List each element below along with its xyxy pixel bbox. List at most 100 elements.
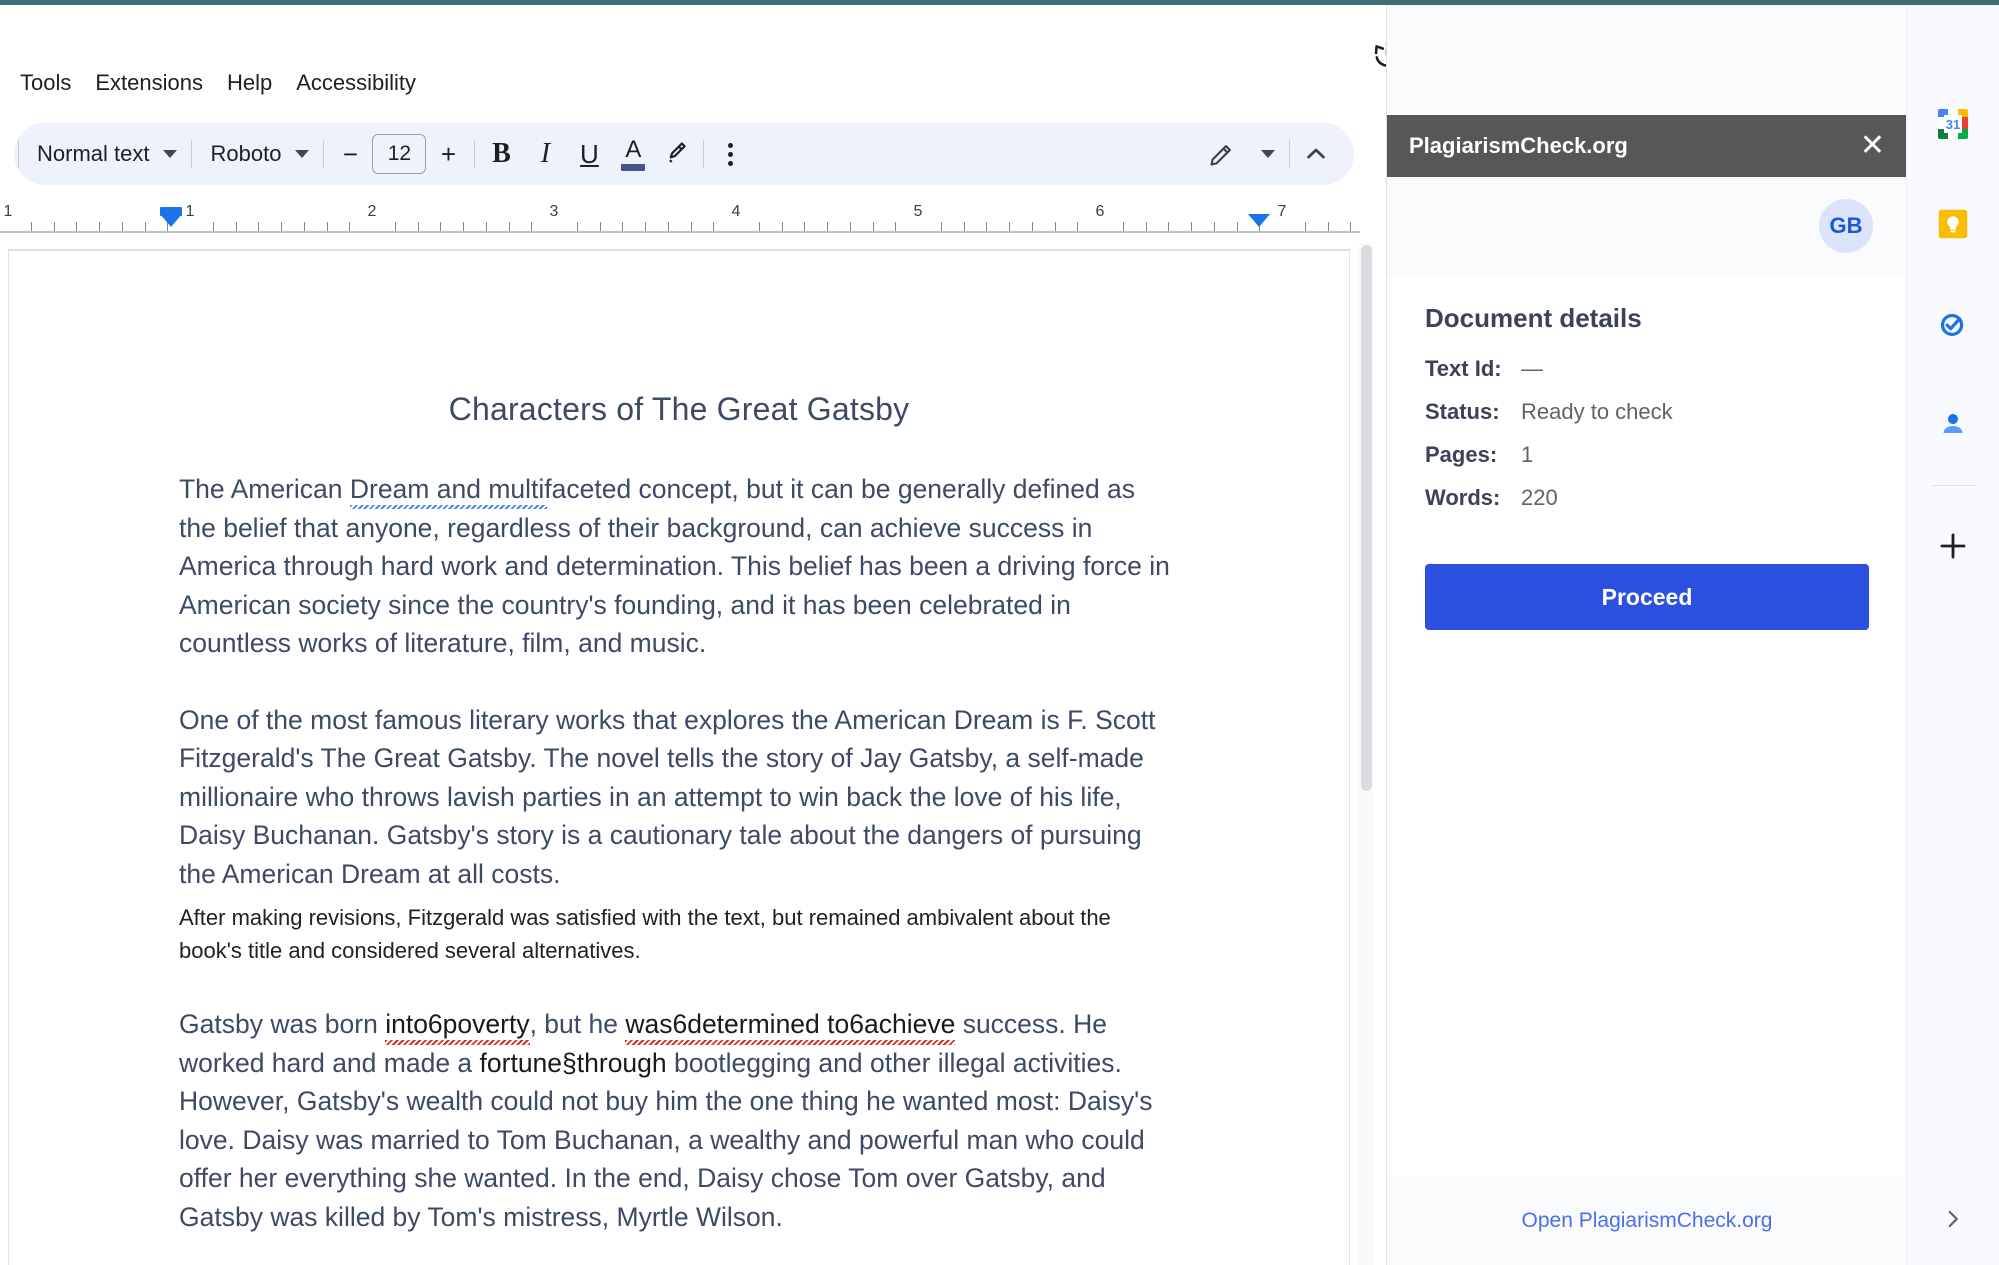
ruler-tick [144, 222, 146, 231]
sidebar-item-add-addon[interactable] [1932, 525, 1974, 567]
horizontal-ruler[interactable]: 1 1 2 3 4 5 6 7 [0, 201, 1360, 241]
chevron-down-icon [1261, 150, 1275, 158]
chevron-up-icon [1307, 148, 1325, 159]
left-indent-marker[interactable] [160, 214, 182, 227]
ruler-tick [1145, 222, 1147, 231]
sidebar-item-contacts[interactable] [1932, 403, 1974, 445]
highlight-color-button[interactable] [655, 132, 699, 176]
ruler-tick [940, 222, 942, 231]
more-options-button[interactable] [708, 132, 752, 176]
ruler-tick [531, 222, 533, 231]
increase-font-size-button[interactable]: + [426, 132, 470, 176]
paragraph-style-value: Normal text [37, 141, 150, 166]
highlighter-pen-icon [669, 142, 687, 163]
collapse-toolbar-button[interactable] [1294, 132, 1338, 176]
ruler-tick [417, 222, 419, 231]
panel-user-row: GB [1387, 177, 1907, 277]
document-body[interactable]: The American Dream and multifaceted conc… [9, 470, 1349, 1236]
proceed-button[interactable]: Proceed [1425, 564, 1869, 630]
chevron-right-icon [1948, 1210, 1958, 1228]
ruler-tick [645, 222, 646, 231]
docs-editor-area: Tools Extensions Help Accessibility Norm… [0, 5, 1386, 1265]
google-contacts-icon [1943, 414, 1963, 433]
minus-icon: − [342, 139, 359, 169]
open-plagiarismcheck-link[interactable]: Open PlagiarismCheck.org [1522, 1209, 1773, 1233]
text-color-button[interactable]: A [611, 132, 655, 176]
special-character-run: fortune§through [479, 1047, 667, 1078]
ruler-tick [1213, 222, 1215, 231]
document-paragraph[interactable]: After making revisions, Fitzgerald was s… [179, 901, 1179, 967]
ruler-tick [30, 222, 32, 231]
bold-button[interactable]: B [479, 132, 523, 176]
three-dot-menu-icon [727, 142, 733, 166]
ruler-tick [963, 222, 965, 231]
toolbar-divider [18, 140, 19, 168]
document-paragraph[interactable]: Gatsby was born into6poverty, but he was… [179, 1005, 1179, 1236]
right-indent-marker[interactable] [1248, 214, 1270, 227]
ruler-tick [281, 222, 282, 231]
ruler-tick [1304, 222, 1306, 231]
ruler-tick [1031, 222, 1033, 231]
formatting-toolbar: Normal text Roboto − 12 + B I U A [14, 123, 1354, 185]
document-details-section: Document details Text Id: — Status: Ready t… [1387, 277, 1907, 630]
google-apps-sidebar: 31 [1906, 5, 1999, 1265]
editing-mode-dropdown[interactable] [1251, 132, 1285, 176]
panel-header: PlagiarismCheck.org ✕ [1387, 115, 1907, 177]
paragraph-style-select[interactable]: Normal text [23, 132, 187, 176]
toolbar-divider [191, 140, 193, 168]
document-paragraph[interactable]: The American Dream and multifaceted conc… [179, 470, 1179, 663]
document-paragraph[interactable]: One of the most famous literary works th… [179, 701, 1179, 894]
svg-text:31: 31 [1946, 117, 1960, 132]
sidebar-item-calendar[interactable]: 31 [1932, 103, 1974, 145]
document-page[interactable]: Characters of The Great Gatsby The Ameri… [8, 249, 1350, 1265]
italic-button[interactable]: I [523, 132, 567, 176]
panel-user-avatar[interactable]: GB [1819, 199, 1873, 253]
spelling-error-word: was6determined to6achieve [625, 1009, 956, 1039]
ruler-tick [1327, 222, 1329, 231]
text-color-icon: A [625, 135, 642, 163]
ruler-tick [986, 222, 988, 231]
menu-item-tools[interactable]: Tools [8, 68, 83, 98]
paragraph-text-run: After making revisions, Fitzgerald was s… [179, 905, 1111, 963]
spelling-error-word: into6poverty [385, 1009, 530, 1039]
ruler-baseline [0, 231, 1360, 233]
ruler-tick [667, 222, 669, 231]
italic-icon: I [540, 138, 551, 169]
sidebar-item-tasks[interactable] [1932, 303, 1974, 345]
expand-sidebar-button[interactable] [1935, 1201, 1971, 1237]
google-keep-icon [1938, 209, 1968, 239]
ruler-tick [713, 222, 715, 231]
document-vertical-scrollbar-thumb[interactable] [1361, 245, 1372, 791]
ruler-number: 7 [1277, 203, 1287, 220]
ruler-tick [394, 222, 396, 231]
font-family-select[interactable]: Roboto [196, 132, 319, 176]
paragraph-text-run: One of the most famous literary works th… [179, 704, 1156, 889]
document-detail-row: Status: Ready to check [1425, 399, 1869, 425]
ruler-tick [463, 222, 464, 231]
plagiarism-check-panel: PlagiarismCheck.org ✕ GB Document detail… [1386, 5, 1907, 1265]
document-scroll-container[interactable]: Characters of The Great Gatsby The Ameri… [0, 244, 1386, 1265]
font-size-input[interactable]: 12 [372, 134, 427, 174]
editing-mode-button[interactable] [1193, 132, 1251, 176]
ruler-number: 1 [185, 203, 195, 220]
close-icon[interactable]: ✕ [1860, 131, 1885, 161]
chevron-down-icon [163, 150, 178, 158]
ruler-tick [804, 222, 806, 231]
document-details-heading: Document details [1425, 303, 1642, 333]
underline-button[interactable]: U [567, 132, 611, 176]
document-detail-row: Pages: 1 [1425, 442, 1869, 468]
text-color-swatch [621, 163, 646, 171]
menu-item-extensions[interactable]: Extensions [83, 68, 215, 98]
ruler-tick [1054, 222, 1056, 231]
decrease-font-size-button[interactable]: − [328, 132, 372, 176]
panel-title: PlagiarismCheck.org [1409, 133, 1628, 158]
ruler-tick [1077, 222, 1079, 231]
ruler-number: 3 [549, 203, 559, 220]
sidebar-item-keep[interactable] [1932, 203, 1974, 245]
menu-item-accessibility[interactable]: Accessibility [284, 68, 428, 98]
ruler-tick [895, 222, 897, 231]
document-title-heading: Characters of The Great Gatsby [448, 391, 910, 427]
ruler-tick [349, 222, 351, 231]
ruler-tick [1350, 222, 1352, 231]
menu-item-help[interactable]: Help [215, 68, 284, 98]
